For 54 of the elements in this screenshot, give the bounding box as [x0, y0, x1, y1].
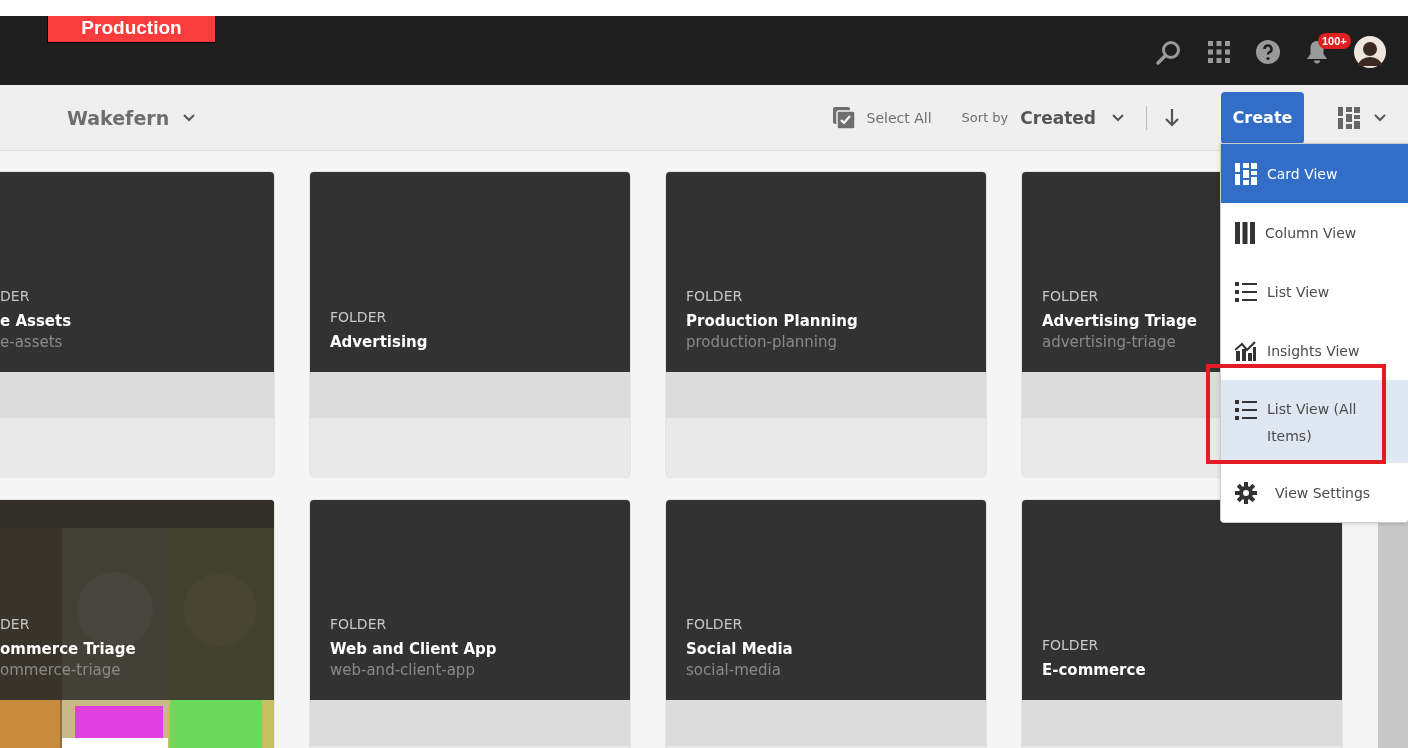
create-button[interactable]: Create	[1221, 91, 1304, 144]
item-type-label: FOLDER	[330, 616, 387, 632]
apps-grid-icon[interactable]	[1208, 41, 1230, 63]
folder-card[interactable]: DER e Assets e-assets	[0, 172, 274, 477]
chevron-down-icon[interactable]	[1112, 113, 1124, 122]
view-menu-item[interactable]: Card View	[1221, 144, 1408, 203]
item-type-label: FOLDER	[1042, 288, 1099, 304]
folder-card[interactable]: FOLDER E-commerce	[1022, 500, 1342, 748]
sort-label: Sort by	[961, 110, 1009, 125]
chart-icon	[1235, 340, 1257, 361]
folder-path: advertising-triage	[1042, 333, 1176, 351]
list-icon	[1235, 400, 1257, 420]
environment-badge: Production	[47, 16, 216, 43]
folder-name: e Assets	[0, 312, 72, 330]
cards-icon	[1235, 162, 1257, 185]
avatar-icon[interactable]	[1354, 36, 1386, 68]
select-all-button[interactable]: Select All	[832, 106, 932, 129]
folder-card[interactable]: FOLDER Advertising	[310, 172, 630, 477]
gear-icon	[1235, 481, 1257, 504]
folder-path: e-assets	[0, 333, 63, 351]
folder-card[interactable]: FOLDER Web and Client App web-and-client-app	[310, 500, 630, 748]
folder-name: Web and Client App	[330, 640, 497, 658]
chevron-down-icon[interactable]	[1374, 113, 1386, 122]
item-type-label: DER	[0, 616, 30, 632]
notification-badge: 100+	[1318, 33, 1351, 49]
columns-icon	[1235, 221, 1255, 244]
folder-name: E-commerce	[1042, 661, 1146, 679]
folder-name: Advertising Triage	[1042, 312, 1197, 330]
sort-dropdown[interactable]: Created	[1020, 107, 1124, 128]
help-icon[interactable]	[1256, 40, 1280, 64]
folder-path: social-media	[686, 661, 781, 679]
item-type-label: DER	[0, 288, 30, 304]
search-icon[interactable]	[1156, 39, 1182, 65]
folder-name: ommerce Triage	[0, 640, 136, 658]
view-switcher-icon[interactable]	[1338, 106, 1360, 129]
folder-name: Social Media	[686, 640, 793, 658]
folder-card[interactable]: FOLDER Social Media social-media	[666, 500, 986, 748]
folder-name: Advertising	[330, 333, 428, 351]
folder-path: production-planning	[686, 333, 838, 351]
item-type-label: FOLDER	[686, 288, 743, 304]
view-menu-item[interactable]: List View (All Items)	[1221, 380, 1408, 463]
folder-title-dropdown[interactable]: Wakefern	[67, 106, 196, 129]
folder-path: web-and-client-app	[330, 661, 475, 679]
checkbox-icon	[832, 106, 855, 129]
list-icon	[1235, 281, 1257, 302]
item-type-label: FOLDER	[686, 616, 743, 632]
folder-name: Production Planning	[686, 312, 858, 330]
sort-direction-icon[interactable]	[1165, 108, 1179, 127]
folder-card[interactable]: FOLDER Production Planning production-planning	[666, 172, 986, 477]
item-type-label: FOLDER	[330, 309, 387, 325]
item-type-label: FOLDER	[1042, 637, 1099, 653]
folder-path: ommerce-triage	[0, 661, 121, 679]
chevron-down-icon[interactable]	[183, 113, 196, 122]
folder-card[interactable]: DER ommerce Triage ommerce-triage	[0, 500, 274, 748]
